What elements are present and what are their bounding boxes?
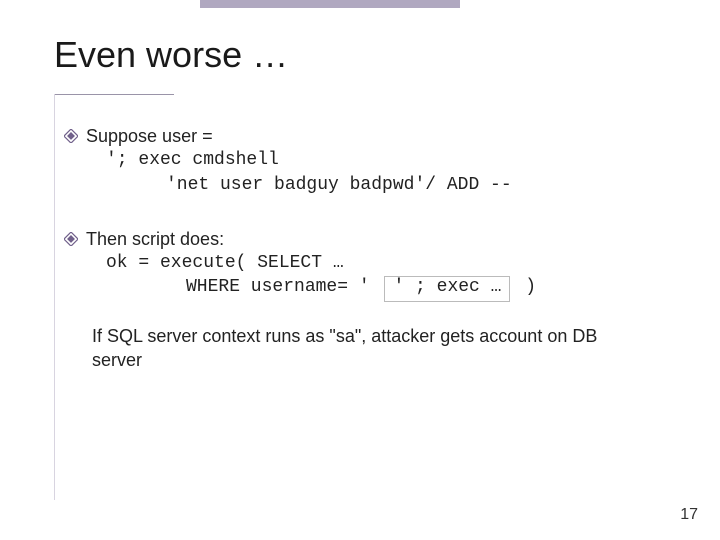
diamond-bullet-icon <box>64 232 78 246</box>
top-decoration <box>200 0 460 8</box>
code-where-suffix: ) <box>514 277 536 297</box>
bullet-1-code-line-1: '; exec cmdshell <box>64 148 690 172</box>
highlight-box: ' ; exec … <box>384 276 510 302</box>
bullet-2: Then script does: <box>64 227 690 251</box>
page-number: 17 <box>680 506 698 524</box>
slide: Even worse … Suppose user = '; exec cmds… <box>0 0 720 540</box>
slide-body: Suppose user = '; exec cmdshell 'net use… <box>64 124 690 373</box>
bullet-1: Suppose user = <box>64 124 690 148</box>
title-underline <box>54 94 174 95</box>
conclusion-text: If SQL server context runs as "sa", atta… <box>64 324 690 373</box>
code-where-prefix: WHERE username= ' <box>186 277 380 297</box>
bullet-1-code-line-2: 'net user badguy badpwd'/ ADD -- <box>64 173 690 197</box>
vertical-rule <box>54 94 55 500</box>
slide-title: Even worse … <box>54 34 288 76</box>
bullet-2-code-line-1: ok = execute( SELECT … <box>64 251 690 275</box>
bullet-2-text: Then script does: <box>86 229 224 249</box>
diamond-bullet-icon <box>64 129 78 143</box>
bullet-1-text: Suppose user = <box>86 126 213 146</box>
bullet-2-code-line-2: WHERE username= ' ' ; exec … ) <box>64 275 690 302</box>
